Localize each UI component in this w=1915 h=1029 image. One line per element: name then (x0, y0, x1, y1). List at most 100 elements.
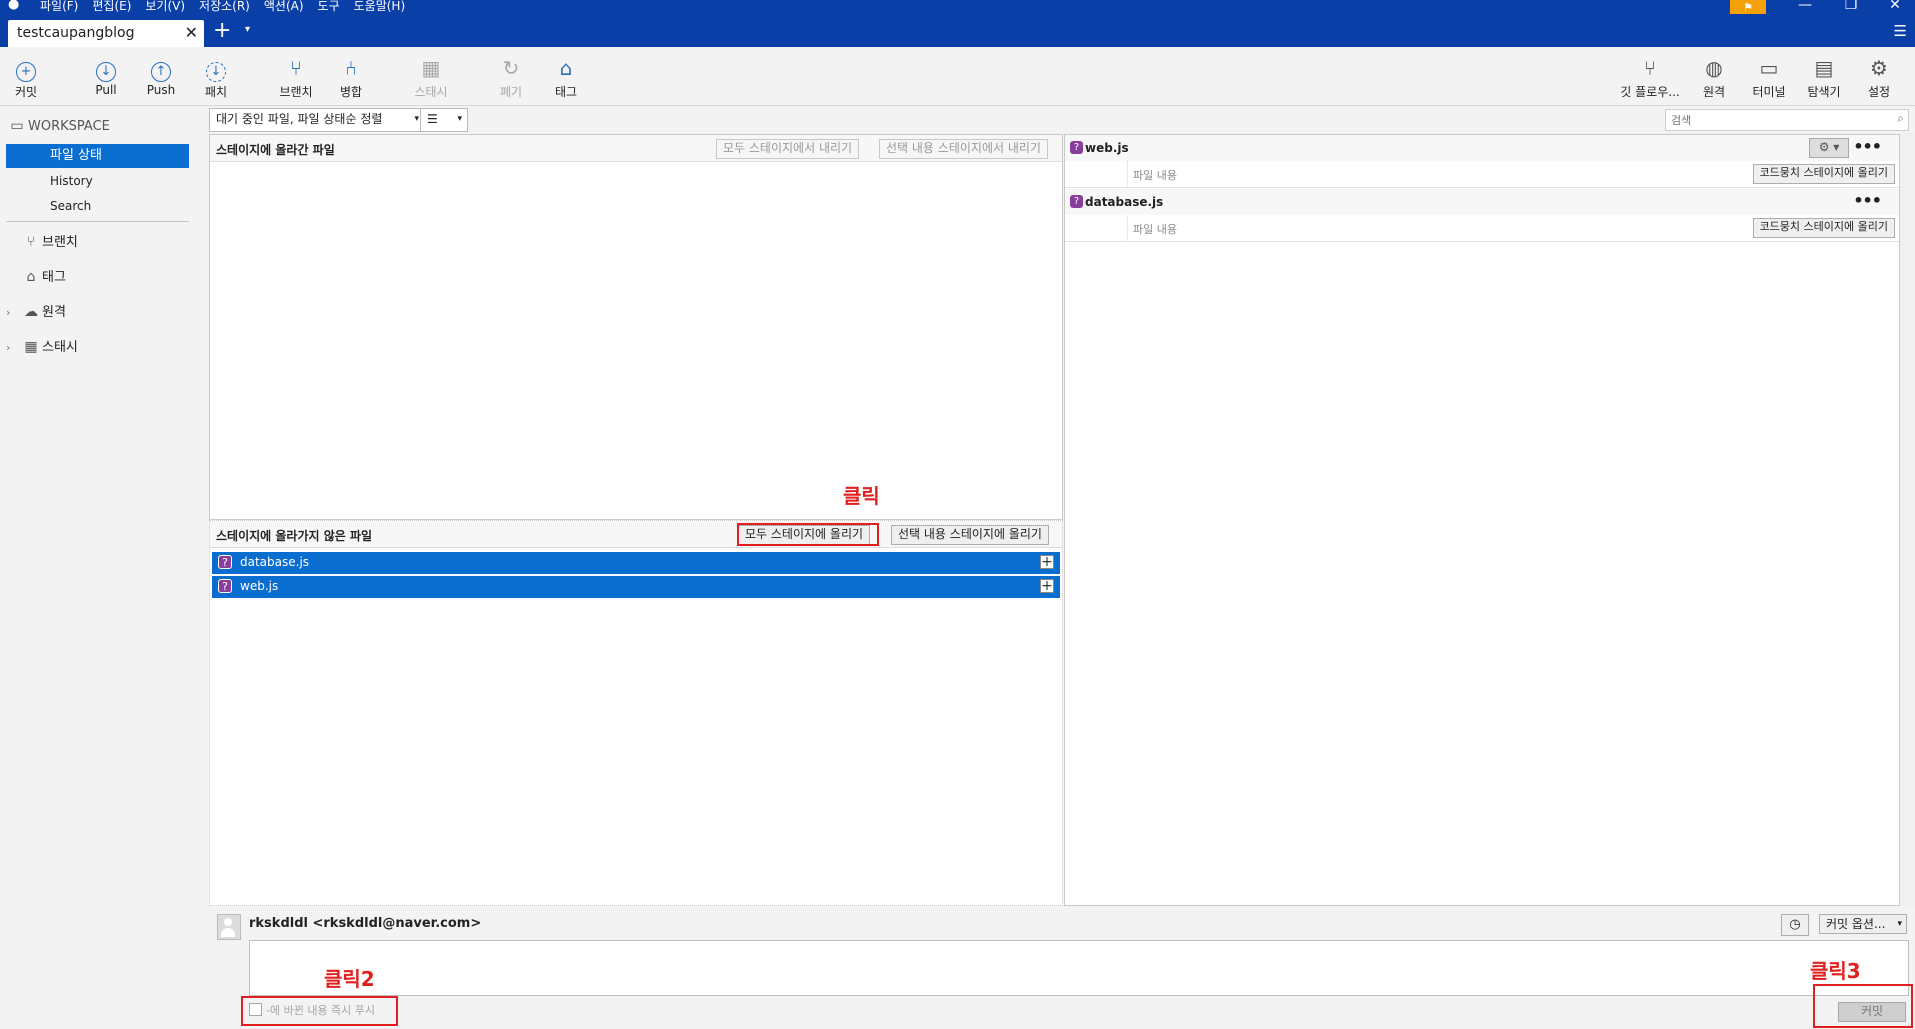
view-mode-dropdown[interactable]: ☰ ▾ (420, 108, 468, 132)
unstaged-panel-title: 스테이지에 올라가지 않은 파일 (216, 529, 373, 543)
clock-icon[interactable]: ◷ (1781, 914, 1809, 936)
sort-dropdown[interactable]: 대기 중인 파일, 파일 상태순 정렬 ▾ (209, 108, 425, 132)
menu-help[interactable]: 도움말(H) (354, 0, 406, 14)
diff-hunk-header: 파일 내용 코드뭉치 스테이지에 올리기 (1065, 215, 1899, 242)
line-gutter (1065, 161, 1128, 187)
sidebar-item-label: 원격 (42, 305, 66, 320)
menu-repository[interactable]: 저장소(R) (199, 0, 250, 14)
sidebar-item-stashes[interactable]: › ▦ 스태시 (6, 335, 189, 359)
annotation-click-3: 클릭3 (1810, 959, 1861, 983)
diff-hunk-header: 파일 내용 코드뭉치 스테이지에 올리기 (1065, 161, 1899, 188)
diff-settings-gear-icon[interactable]: ⚙ ▾ (1809, 138, 1849, 158)
minimize-button[interactable]: — (1790, 0, 1820, 13)
close-button[interactable]: ✕ (1880, 0, 1910, 13)
staged-panel-header: 스테이지에 올라간 파일 모두 스테이지에서 내리기 선택 내용 스테이지에서 … (210, 135, 1062, 162)
commit-toolbar-label: 커밋 (14, 85, 38, 99)
tab-dropdown-icon[interactable]: ▾ (245, 24, 250, 35)
sidebar-item-label: 태그 (42, 270, 66, 285)
merge-label: 병합 (339, 85, 363, 99)
menu-view[interactable]: 보기(V) (145, 0, 185, 14)
gear-icon: ⚙ (1870, 56, 1888, 80)
sourcetree-logo-icon: ● (8, 0, 20, 12)
remote-button[interactable]: ◍ 원격 (1684, 47, 1744, 105)
sidebar-item-label: Search (50, 199, 92, 213)
merge-button[interactable]: ⑃ 병합 (321, 47, 381, 105)
stash-button[interactable]: ▦ 스태시 (401, 47, 461, 105)
add-tab-icon[interactable]: + (213, 18, 231, 43)
diff-scrollbar[interactable] (1900, 133, 1915, 906)
stage-hunk-button[interactable]: 코드뭉치 스테이지에 올리기 (1752, 164, 1895, 184)
sidebar-item-file-status[interactable]: 파일 상태 (6, 144, 189, 168)
close-tab-icon[interactable]: ✕ (185, 23, 198, 42)
discard-label: 폐기 (499, 85, 523, 99)
sidebar-item-remotes[interactable]: › ☁ 원격 (6, 300, 189, 324)
pull-button[interactable]: ↓ Pull (76, 47, 136, 105)
restore-button[interactable]: ❐ (1836, 0, 1866, 13)
push-button[interactable]: ↑ Push (131, 47, 191, 105)
more-options-icon[interactable]: ••• (1853, 191, 1882, 210)
stage-selected-button[interactable]: 선택 내용 스테이지에 올리기 (891, 525, 1049, 545)
stage-file-plus-icon[interactable]: + (1040, 555, 1054, 569)
staged-panel-title: 스테이지에 올라간 파일 (216, 143, 335, 157)
list-item[interactable]: ? database.js + (212, 552, 1060, 574)
discard-refresh-icon: ↻ (502, 56, 520, 80)
file-name: web.js (240, 579, 279, 593)
monitor-icon: ▭ (10, 118, 24, 134)
commit-toolbar-button[interactable]: + 커밋 (0, 47, 56, 105)
sidebar-divider (6, 221, 189, 222)
sidebar-item-search[interactable]: Search (6, 194, 189, 218)
cloud-icon: ☁ (24, 304, 38, 320)
terminal-button[interactable]: ▭ 터미널 (1739, 47, 1799, 105)
fetch-button[interactable]: ↓ 패치 (186, 47, 246, 105)
fetch-label: 패치 (204, 85, 228, 99)
title-bar: ● 파일(F) 편집(E) 보기(V) 저장소(R) 액션(A) 도구 도움말(… (0, 0, 1915, 16)
untracked-status-icon: ? (1070, 141, 1083, 154)
commit-author: rkskdldl <rkskdldl@naver.com> (249, 916, 482, 931)
annotation-box-commit-button (1813, 984, 1913, 1028)
toolbar: + 커밋 ↓ Pull ↑ Push ↓ 패치 ⑂ 브랜치 ⑃ 병합 ▦ 스태시… (0, 47, 1915, 106)
hamburger-menu-icon[interactable]: ☰ (1894, 22, 1907, 40)
menu-actions[interactable]: 액션(A) (264, 0, 304, 14)
stage-hunk-button[interactable]: 코드뭉치 스테이지에 올리기 (1752, 218, 1895, 238)
menu-tools[interactable]: 도구 (318, 0, 340, 14)
search-box[interactable]: ⌕ (1665, 109, 1909, 131)
diff-file-name: web.js (1085, 141, 1129, 155)
gitflow-button[interactable]: ⑂ 깃 플로우... (1620, 47, 1680, 105)
branch-button[interactable]: ⑂ 브랜치 (266, 47, 326, 105)
unstage-all-button[interactable]: 모두 스테이지에서 내리기 (716, 139, 860, 159)
tag-icon: ⌂ (559, 56, 573, 80)
sidebar-item-tags[interactable]: ⌂ 태그 (6, 265, 189, 289)
search-input[interactable] (1666, 110, 1883, 130)
fetch-arrow-icon: ↓ (203, 55, 229, 82)
pull-arrow-down-icon: ↓ (93, 55, 119, 82)
push-label: Push (146, 83, 176, 97)
sort-dropdown-label: 대기 중인 파일, 파일 상태순 정렬 (216, 112, 383, 126)
commit-options-dropdown[interactable]: 커밋 옵션... ▾ (1819, 914, 1907, 934)
menu-edit[interactable]: 편집(E) (92, 0, 131, 14)
discard-button[interactable]: ↻ 폐기 (481, 47, 541, 105)
annotation-click-1: 클릭 (843, 484, 880, 508)
settings-button[interactable]: ⚙ 설정 (1849, 47, 1909, 105)
terminal-label: 터미널 (1752, 85, 1786, 99)
globe-icon: ◍ (1705, 56, 1723, 80)
explorer-label: 탐색기 (1807, 85, 1841, 99)
tag-button[interactable]: ⌂ 태그 (536, 47, 596, 105)
more-options-icon[interactable]: ••• (1853, 137, 1882, 156)
unstage-selected-button[interactable]: 선택 내용 스테이지에서 내리기 (879, 139, 1048, 159)
tab-bar: testcaupangblog ✕ + ▾ ☰ (0, 14, 1915, 47)
search-icon: ⌕ (1897, 111, 1904, 125)
terminal-icon: ▭ (1759, 56, 1779, 80)
list-item[interactable]: ? web.js + (212, 576, 1060, 598)
repo-tab-label: testcaupangblog (17, 25, 135, 41)
menu-file[interactable]: 파일(F) (40, 0, 78, 14)
sidebar-item-history[interactable]: History (6, 169, 189, 193)
chevron-right-icon[interactable]: › (6, 336, 20, 360)
sidebar-item-branches[interactable]: ⑂ 브랜치 (6, 230, 189, 254)
stash-box-icon: ▦ (421, 56, 441, 80)
commit-message-input[interactable] (249, 940, 1909, 996)
stage-file-plus-icon[interactable]: + (1040, 579, 1054, 593)
list-view-icon: ☰ (427, 112, 438, 126)
chevron-right-icon[interactable]: › (6, 301, 20, 325)
repo-tab[interactable]: testcaupangblog ✕ (8, 20, 204, 47)
explorer-button[interactable]: ▤ 탐색기 (1794, 47, 1854, 105)
